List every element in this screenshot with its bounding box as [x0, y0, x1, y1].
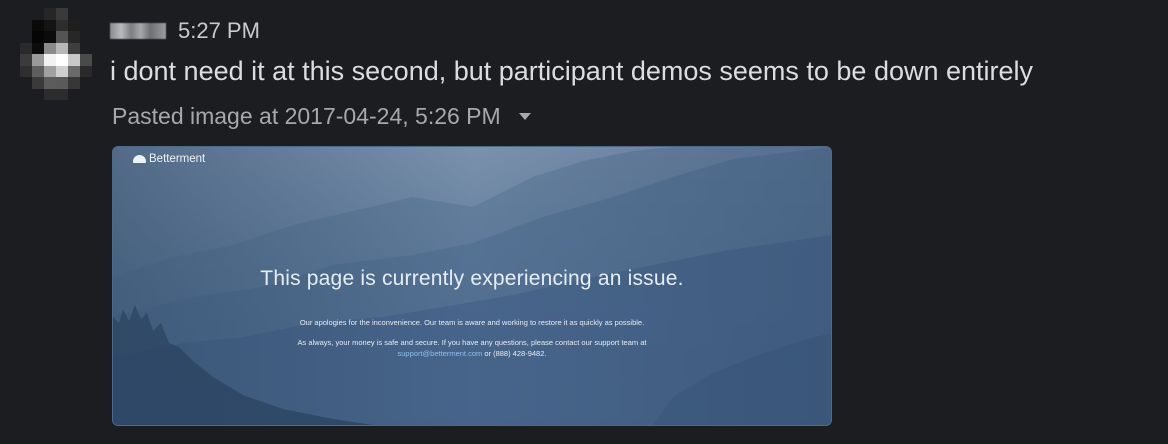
- attachment-label[interactable]: Pasted image at 2017-04-24, 5:26 PM: [112, 103, 501, 130]
- avatar-pixel: [44, 19, 56, 31]
- avatar-pixel: [20, 77, 32, 89]
- avatar-pixel: [80, 31, 92, 43]
- brand-name: Betterment: [149, 153, 206, 165]
- avatar-pixel: [44, 77, 56, 89]
- avatar-pixel: [56, 77, 68, 89]
- avatar-pixel: [20, 65, 32, 77]
- error-title: This page is currently experiencing an i…: [260, 267, 684, 290]
- avatar-pixel: [44, 8, 56, 20]
- avatar-pixel: [68, 88, 80, 100]
- avatar-pixel: [32, 88, 44, 100]
- message-text: i dont need it at this second, but parti…: [110, 56, 1034, 86]
- chat-message: 5:27 PM i dont need it at this second, b…: [0, 0, 1168, 444]
- avatar-pixel: [44, 54, 56, 66]
- avatar-pixel: [32, 54, 44, 66]
- avatar-pixel: [56, 19, 68, 31]
- avatar-pixel: [68, 65, 80, 77]
- avatar-pixel: [80, 8, 92, 20]
- avatar-pixel: [56, 42, 68, 54]
- avatar-pixel: [20, 31, 32, 43]
- avatar-pixel: [32, 65, 44, 77]
- error-reassurance: As always, your money is safe and secure…: [297, 338, 647, 347]
- avatar-pixel: [80, 42, 92, 54]
- sender-name-redacted[interactable]: [110, 23, 166, 39]
- support-phone: or (888) 428-9482.: [482, 349, 547, 358]
- avatar-pixel: [44, 88, 56, 100]
- avatar-pixel: [32, 42, 44, 54]
- avatar-pixel: [44, 42, 56, 54]
- chevron-down-icon[interactable]: [518, 113, 531, 120]
- attachment-header: Pasted image at 2017-04-24, 5:26 PM: [112, 103, 531, 130]
- avatar-pixel: [44, 65, 56, 77]
- avatar-pixel: [56, 31, 68, 43]
- avatar-pixel: [80, 77, 92, 89]
- brand-logo: Betterment: [133, 153, 205, 165]
- support-email-link[interactable]: support@betterment.com: [398, 349, 483, 358]
- avatar-pixel: [56, 54, 68, 66]
- attached-image[interactable]: Betterment This page is currently experi…: [112, 146, 832, 426]
- avatar-pixel: [20, 54, 32, 66]
- avatar-pixel: [56, 88, 68, 100]
- avatar-pixel: [20, 19, 32, 31]
- avatar-pixel: [20, 88, 32, 100]
- avatar-pixel: [68, 31, 80, 43]
- betterment-logo-icon: [133, 155, 146, 163]
- avatar-pixel: [32, 8, 44, 20]
- avatar-pixel: [80, 65, 92, 77]
- avatar[interactable]: [20, 8, 92, 100]
- avatar-pixel: [20, 42, 32, 54]
- avatar-pixel: [68, 19, 80, 31]
- avatar-pixel: [32, 77, 44, 89]
- error-apology: Our apologies for the inconvenience. Our…: [299, 318, 645, 327]
- avatar-pixel: [80, 54, 92, 66]
- avatar-pixel: [68, 54, 80, 66]
- avatar-pixel: [68, 42, 80, 54]
- avatar-pixel: [32, 19, 44, 31]
- error-contact: support@betterment.com or (888) 428-9482…: [113, 349, 831, 358]
- avatar-pixel: [80, 19, 92, 31]
- avatar-pixel: [56, 65, 68, 77]
- avatar-pixel: [68, 8, 80, 20]
- avatar-pixel: [56, 8, 68, 20]
- timestamp[interactable]: 5:27 PM: [178, 18, 260, 44]
- avatar-pixel: [80, 88, 92, 100]
- avatar-pixel: [20, 8, 32, 20]
- message-header: 5:27 PM: [110, 16, 260, 46]
- avatar-pixel: [32, 31, 44, 43]
- avatar-pixel: [68, 77, 80, 89]
- avatar-pixel: [44, 31, 56, 43]
